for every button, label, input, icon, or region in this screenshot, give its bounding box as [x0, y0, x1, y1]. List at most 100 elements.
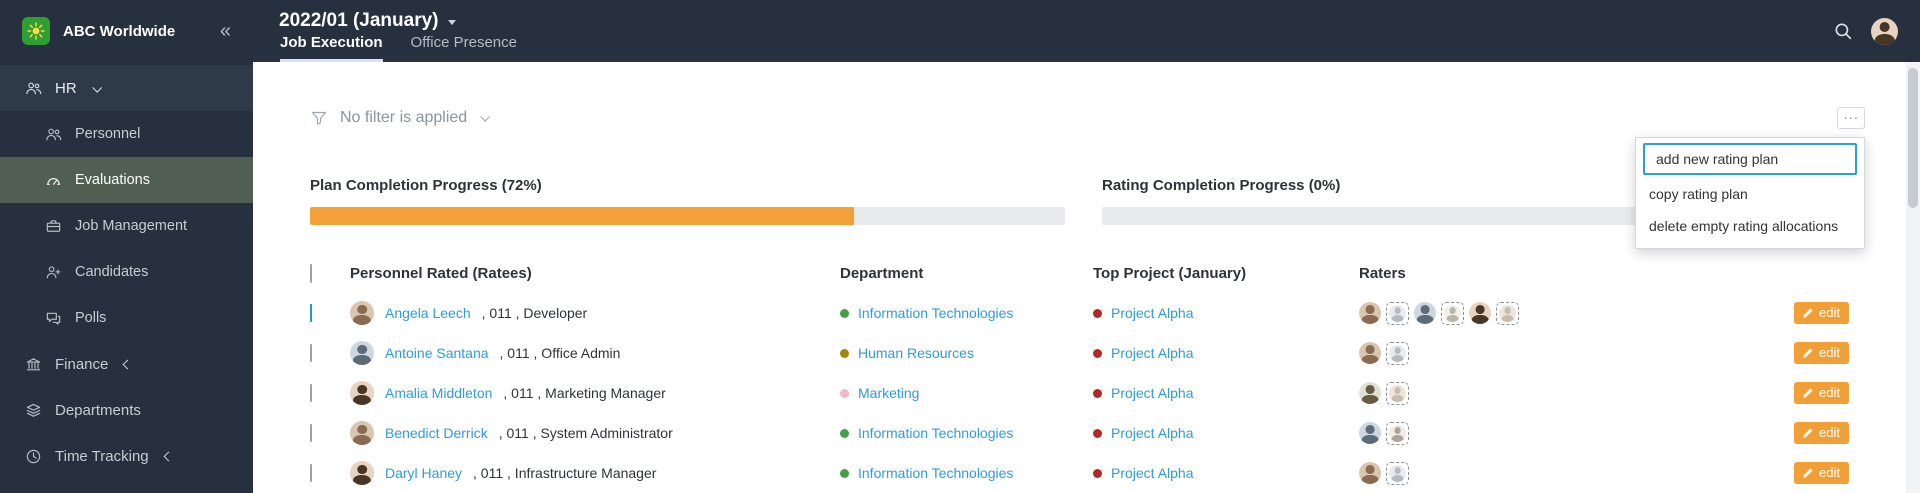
- tab-job-execution[interactable]: Job Execution: [280, 34, 383, 62]
- sidebar-item-finance[interactable]: Finance: [0, 341, 253, 387]
- project-link[interactable]: Project Alpha: [1111, 425, 1194, 441]
- plan-progress-fill: [310, 207, 854, 225]
- sidebar-nav: HR Personnel Evaluations Job Management: [0, 65, 253, 479]
- project-dot: [1093, 308, 1102, 318]
- project-link[interactable]: Project Alpha: [1111, 385, 1194, 401]
- sidebar-item-candidates[interactable]: Candidates: [0, 249, 253, 295]
- vertical-scrollbar[interactable]: [1906, 62, 1920, 493]
- ratee-name-link[interactable]: Angela Leech: [385, 305, 471, 321]
- persons-icon: [44, 125, 62, 143]
- rater-avatar[interactable]: [1359, 382, 1381, 404]
- tab-office-presence[interactable]: Office Presence: [411, 34, 517, 62]
- plan-progress-track: [310, 207, 1065, 225]
- rater-avatar[interactable]: [1414, 302, 1436, 324]
- sidebar-item-personnel[interactable]: Personnel: [0, 111, 253, 157]
- raters-cell: [1359, 301, 1745, 325]
- company-logo-icon: [22, 17, 50, 45]
- plan-progress-label: Plan Completion Progress (72%): [310, 177, 542, 194]
- col-header-raters: Raters: [1359, 264, 1406, 282]
- rater-avatar[interactable]: [1359, 422, 1381, 444]
- sidebar-item-departments[interactable]: Departments: [0, 387, 253, 433]
- gauge-icon: [44, 171, 62, 189]
- chevron-left-icon: [122, 359, 133, 369]
- rater-avatar[interactable]: [1359, 462, 1381, 484]
- row-checkbox[interactable]: [310, 464, 312, 482]
- sidebar-collapse-icon[interactable]: «: [216, 19, 235, 43]
- ratee-details: , 011 , Office Admin: [499, 345, 621, 361]
- row-checkbox[interactable]: [310, 424, 312, 442]
- user-avatar[interactable]: [1871, 17, 1898, 45]
- department-link[interactable]: Information Technologies: [858, 425, 1013, 441]
- rater-avatar[interactable]: [1469, 302, 1491, 324]
- filter-selector[interactable]: No filter is applied: [310, 109, 491, 127]
- scrollbar-thumb[interactable]: [1908, 68, 1918, 208]
- sidebar-item-label: Job Management: [75, 218, 188, 234]
- raters-cell: [1359, 381, 1745, 405]
- sidebar-item-label: Polls: [75, 310, 107, 326]
- ratee-name-link[interactable]: Antoine Santana: [385, 345, 489, 361]
- row-checkbox[interactable]: [310, 304, 312, 322]
- rater-placeholder[interactable]: [1441, 301, 1464, 325]
- sidebar-item-label: Time Tracking: [55, 447, 149, 465]
- project-link[interactable]: Project Alpha: [1111, 345, 1194, 361]
- rater-placeholder[interactable]: [1386, 461, 1409, 485]
- rater-avatar[interactable]: [1359, 302, 1381, 324]
- menu-item-delete-empty-allocations[interactable]: delete empty rating allocations: [1636, 210, 1864, 242]
- toolbar: No filter is applied ...: [310, 106, 1865, 129]
- more-actions-button[interactable]: ...: [1837, 106, 1865, 129]
- department-link[interactable]: Information Technologies: [858, 465, 1013, 481]
- edit-button[interactable]: edit: [1794, 302, 1849, 324]
- edit-button[interactable]: edit: [1794, 342, 1849, 364]
- progress-section: Plan Completion Progress (72%) Rating Co…: [310, 177, 1865, 225]
- chat-icon: [44, 309, 62, 327]
- page-content: No filter is applied ... add new rating …: [253, 62, 1920, 493]
- select-all-checkbox[interactable]: [310, 263, 312, 283]
- rater-placeholder[interactable]: [1386, 381, 1409, 405]
- department-link[interactable]: Marketing: [858, 385, 919, 401]
- header-actions: [1833, 0, 1898, 62]
- sidebar-item-time-tracking[interactable]: Time Tracking: [0, 433, 253, 479]
- search-icon[interactable]: [1833, 21, 1853, 41]
- rater-placeholder[interactable]: [1496, 301, 1519, 325]
- bank-icon: [24, 355, 42, 373]
- project-link[interactable]: Project Alpha: [1111, 305, 1194, 321]
- people-icon: [24, 79, 42, 97]
- ratee-name-link[interactable]: Daryl Haney: [385, 465, 462, 481]
- sidebar-item-job-management[interactable]: Job Management: [0, 203, 253, 249]
- edit-button[interactable]: edit: [1794, 422, 1849, 444]
- rater-placeholder[interactable]: [1386, 421, 1409, 445]
- top-header: 2022/01 (January) Job Execution Office P…: [253, 0, 1920, 62]
- company-name: ABC Worldwide: [63, 22, 176, 40]
- ratee-name-link[interactable]: Benedict Derrick: [385, 425, 488, 441]
- project-dot: [1093, 348, 1102, 358]
- edit-button[interactable]: edit: [1794, 382, 1849, 404]
- pencil-icon: [1803, 308, 1813, 317]
- sidebar-item-polls[interactable]: Polls: [0, 295, 253, 341]
- sidebar-item-hr[interactable]: HR: [0, 65, 253, 111]
- row-checkbox[interactable]: [310, 384, 312, 402]
- ratee-avatar: [350, 341, 374, 365]
- row-checkbox[interactable]: [310, 344, 312, 362]
- ratee-name-link[interactable]: Amalia Middleton: [385, 385, 492, 401]
- col-header-personnel: Personnel Rated (Ratees): [350, 264, 532, 282]
- raters-cell: [1359, 421, 1745, 445]
- rater-placeholder[interactable]: [1386, 341, 1409, 365]
- project-dot: [1093, 428, 1102, 438]
- department-dot: [840, 308, 849, 318]
- period-selector[interactable]: 2022/01 (January): [279, 10, 1920, 32]
- department-link[interactable]: Information Technologies: [858, 305, 1013, 321]
- menu-item-copy-rating-plan[interactable]: copy rating plan: [1636, 178, 1864, 210]
- department-link[interactable]: Human Resources: [858, 345, 974, 361]
- rater-placeholder[interactable]: [1386, 301, 1409, 325]
- pencil-icon: [1803, 428, 1813, 437]
- chevron-down-icon: [480, 111, 491, 122]
- edit-button[interactable]: edit: [1794, 462, 1849, 484]
- menu-item-add-rating-plan[interactable]: add new rating plan: [1643, 143, 1857, 175]
- table-row: Angela Leech , 011 , Developer Informatio…: [310, 293, 1865, 333]
- project-link[interactable]: Project Alpha: [1111, 465, 1194, 481]
- rater-avatar[interactable]: [1359, 342, 1381, 364]
- sidebar-item-evaluations[interactable]: Evaluations: [0, 157, 253, 203]
- layers-icon: [24, 401, 42, 419]
- sidebar-item-label: Departments: [55, 401, 141, 419]
- department-dot: [840, 428, 849, 438]
